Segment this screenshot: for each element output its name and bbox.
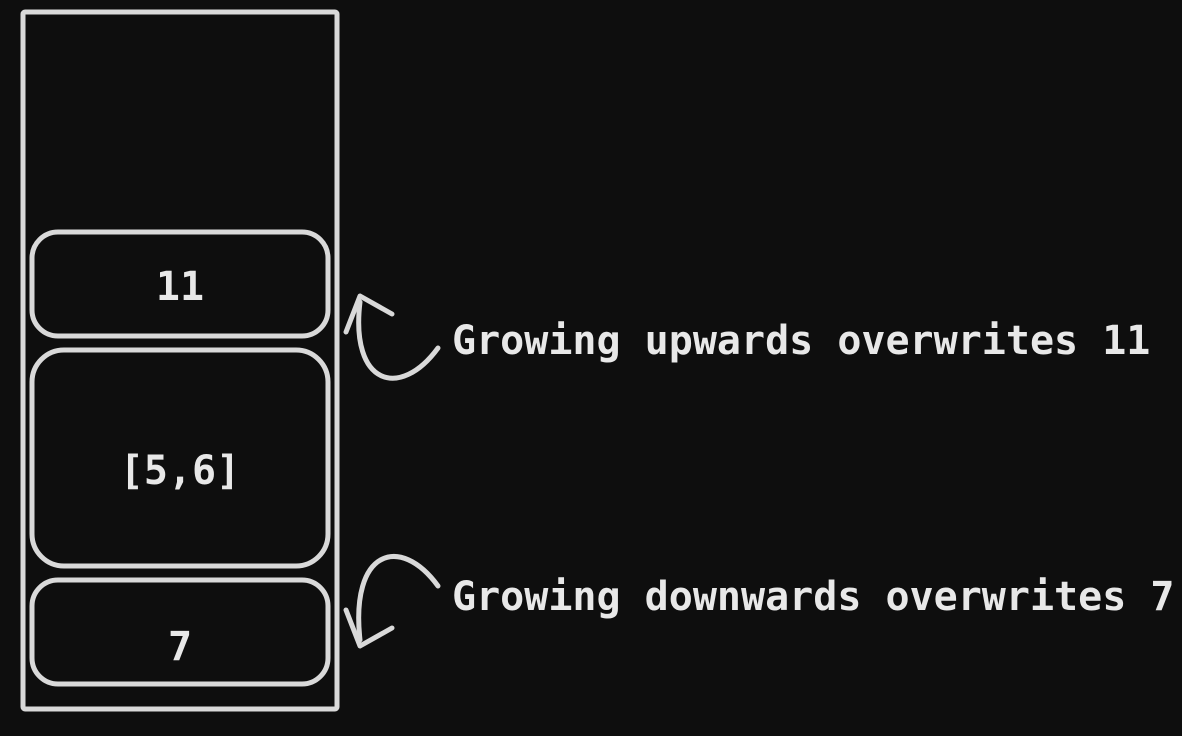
outer-container [23, 12, 337, 709]
cell-top-label: 11 [156, 264, 204, 310]
cell-middle-label: [5,6] [120, 448, 240, 494]
arrow-lower [359, 557, 438, 640]
annotation-upper: Growing upwards overwrites 11 [452, 318, 1150, 364]
memory-overwrite-diagram: 11 [5,6] 7 Growing upwards overwrites 11… [0, 0, 1182, 736]
annotation-lower: Growing downwards overwrites 7 [452, 574, 1174, 620]
arrow-upper [359, 302, 438, 378]
cell-bottom-label: 7 [168, 624, 192, 670]
arrow-upper-head [346, 296, 392, 332]
arrow-lower-head [346, 610, 392, 646]
